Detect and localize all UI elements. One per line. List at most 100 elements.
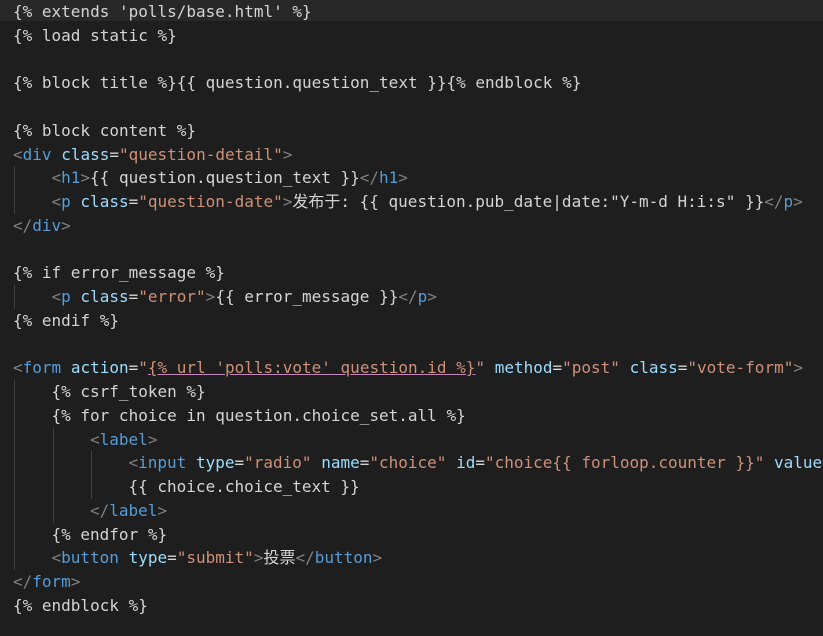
code-token: class xyxy=(80,287,129,306)
code-line-content: {% csrf_token %} xyxy=(13,380,206,404)
code-token: "post" xyxy=(562,358,620,378)
code-token: {% block content %} xyxy=(13,120,197,140)
code-line[interactable]: {% block content %} xyxy=(13,119,823,143)
indent-guide xyxy=(91,475,92,499)
code-line[interactable]: {% endblock %} xyxy=(13,594,823,618)
code-line-content: {% endfor %} xyxy=(13,523,168,547)
code-token: "choice{{ forloop.counter }}" xyxy=(484,453,765,473)
code-token: {% block title %}{{ question.question_te… xyxy=(13,73,582,93)
code-token: input xyxy=(138,453,187,473)
code-line[interactable]: </form> xyxy=(13,570,823,594)
code-line[interactable]: <form action="{% url 'polls:vote' questi… xyxy=(13,356,823,380)
code-area[interactable]: {% extends 'polls/base.html' %} {% load s… xyxy=(13,0,823,618)
code-line[interactable]: {% extends 'polls/base.html' %} xyxy=(13,0,823,24)
code-token: "submit" xyxy=(176,548,254,568)
code-token: form xyxy=(22,358,62,378)
code-token: {% url 'polls:vote' question.id %} xyxy=(147,358,476,378)
code-line[interactable]: {% block title %}{{ question.question_te… xyxy=(13,71,823,95)
code-token: < xyxy=(51,287,62,306)
code-line[interactable] xyxy=(13,95,823,119)
code-line[interactable] xyxy=(13,333,823,357)
code-token: > xyxy=(70,572,81,591)
code-line[interactable]: {% csrf_token %} xyxy=(13,380,823,404)
code-token: = xyxy=(677,358,688,378)
code-token: class xyxy=(61,144,110,164)
code-line[interactable] xyxy=(13,48,823,72)
code-line[interactable]: </div> xyxy=(13,214,823,238)
code-token: {{ error_message }} xyxy=(215,287,399,306)
code-token: 发布于: {{ question.pub_date|date:"Y-m-d H:… xyxy=(292,192,765,211)
code-line[interactable]: <input type="radio" name="choice" id="ch… xyxy=(13,451,823,475)
code-token: < xyxy=(90,429,100,449)
code-line-content: <button type="submit">投票</button> xyxy=(13,546,383,570)
code-line[interactable]: </label> xyxy=(13,498,823,523)
code-token: "choice" xyxy=(369,453,447,473)
code-token: = xyxy=(359,453,370,473)
code-token: > xyxy=(205,287,216,306)
code-line[interactable]: {% for choice in question.choice_set.all… xyxy=(13,403,823,428)
code-token: > xyxy=(398,168,408,188)
code-token: </ xyxy=(13,215,33,235)
indent-guide xyxy=(14,475,15,499)
code-line-content: <input type="radio" name="choice" id="ch… xyxy=(13,451,823,475)
code-token: name xyxy=(321,453,360,473)
code-line[interactable]: <p class="question-date">发布于: {{ questio… xyxy=(13,190,823,214)
code-token: > xyxy=(80,168,91,188)
code-line-content: {% endblock %} xyxy=(13,594,148,618)
code-line[interactable] xyxy=(13,238,823,262)
code-line[interactable]: {% endif %} xyxy=(13,309,823,333)
code-token: class xyxy=(80,192,129,211)
code-line[interactable]: <h1>{{ question.question_text }}</h1> xyxy=(13,166,823,190)
code-token: </ xyxy=(764,192,784,211)
code-line[interactable]: <button type="submit">投票</button> xyxy=(13,546,823,570)
code-line-content: {% load static %} xyxy=(13,24,177,48)
code-token: value= xyxy=(773,453,823,473)
code-token: {{ choice.choice_text }} xyxy=(128,477,360,496)
code-token: </ xyxy=(295,548,315,568)
code-token: = xyxy=(167,548,177,568)
indent-guide xyxy=(14,546,15,570)
code-line[interactable]: {% endfor %} xyxy=(13,522,823,547)
indent-guide xyxy=(14,522,15,547)
code-line[interactable]: {% if error_message %} xyxy=(13,261,823,285)
code-token: type xyxy=(195,453,235,473)
code-editor[interactable]: {% extends 'polls/base.html' %} {% load s… xyxy=(0,0,823,636)
code-line[interactable]: {% load static %} xyxy=(13,24,823,48)
code-token: = xyxy=(128,287,139,306)
code-token: h1 xyxy=(61,168,81,188)
code-token: button xyxy=(314,548,373,568)
indent-guide xyxy=(14,451,15,475)
code-line-content: {% extends 'polls/base.html' %} xyxy=(13,0,312,24)
code-token: > xyxy=(253,548,264,568)
code-token: {% endfor %} xyxy=(51,524,168,544)
code-line-content: {% endif %} xyxy=(13,309,119,333)
code-token: > xyxy=(793,358,803,378)
code-token: = xyxy=(128,192,139,211)
code-token: {% if error_message %} xyxy=(13,263,225,283)
code-token: = xyxy=(128,358,139,378)
code-token: < xyxy=(13,144,23,164)
code-token: "error" xyxy=(138,287,206,306)
code-token: "question-detail" xyxy=(119,144,283,164)
code-token: " xyxy=(138,358,148,378)
code-line[interactable]: {{ choice.choice_text }} xyxy=(13,475,823,499)
code-line-content: </form> xyxy=(13,570,80,594)
code-token: type xyxy=(128,548,168,568)
code-token: button xyxy=(61,548,119,568)
code-line[interactable]: <div class="question-detail"> xyxy=(13,143,823,167)
indent-guide xyxy=(14,380,15,404)
code-token: {% load static %} xyxy=(13,25,177,45)
code-token: {% for choice in question.choice_set.all… xyxy=(51,405,466,425)
code-line-content: {% block title %}{{ question.question_te… xyxy=(13,71,581,95)
code-token: action xyxy=(70,358,129,378)
code-line[interactable]: <p class="error">{{ error_message }}</p> xyxy=(13,285,823,309)
code-token: "question-date" xyxy=(138,192,283,211)
code-line[interactable]: <label> xyxy=(13,427,823,452)
code-token: {{ question.question_text }} xyxy=(90,168,360,188)
